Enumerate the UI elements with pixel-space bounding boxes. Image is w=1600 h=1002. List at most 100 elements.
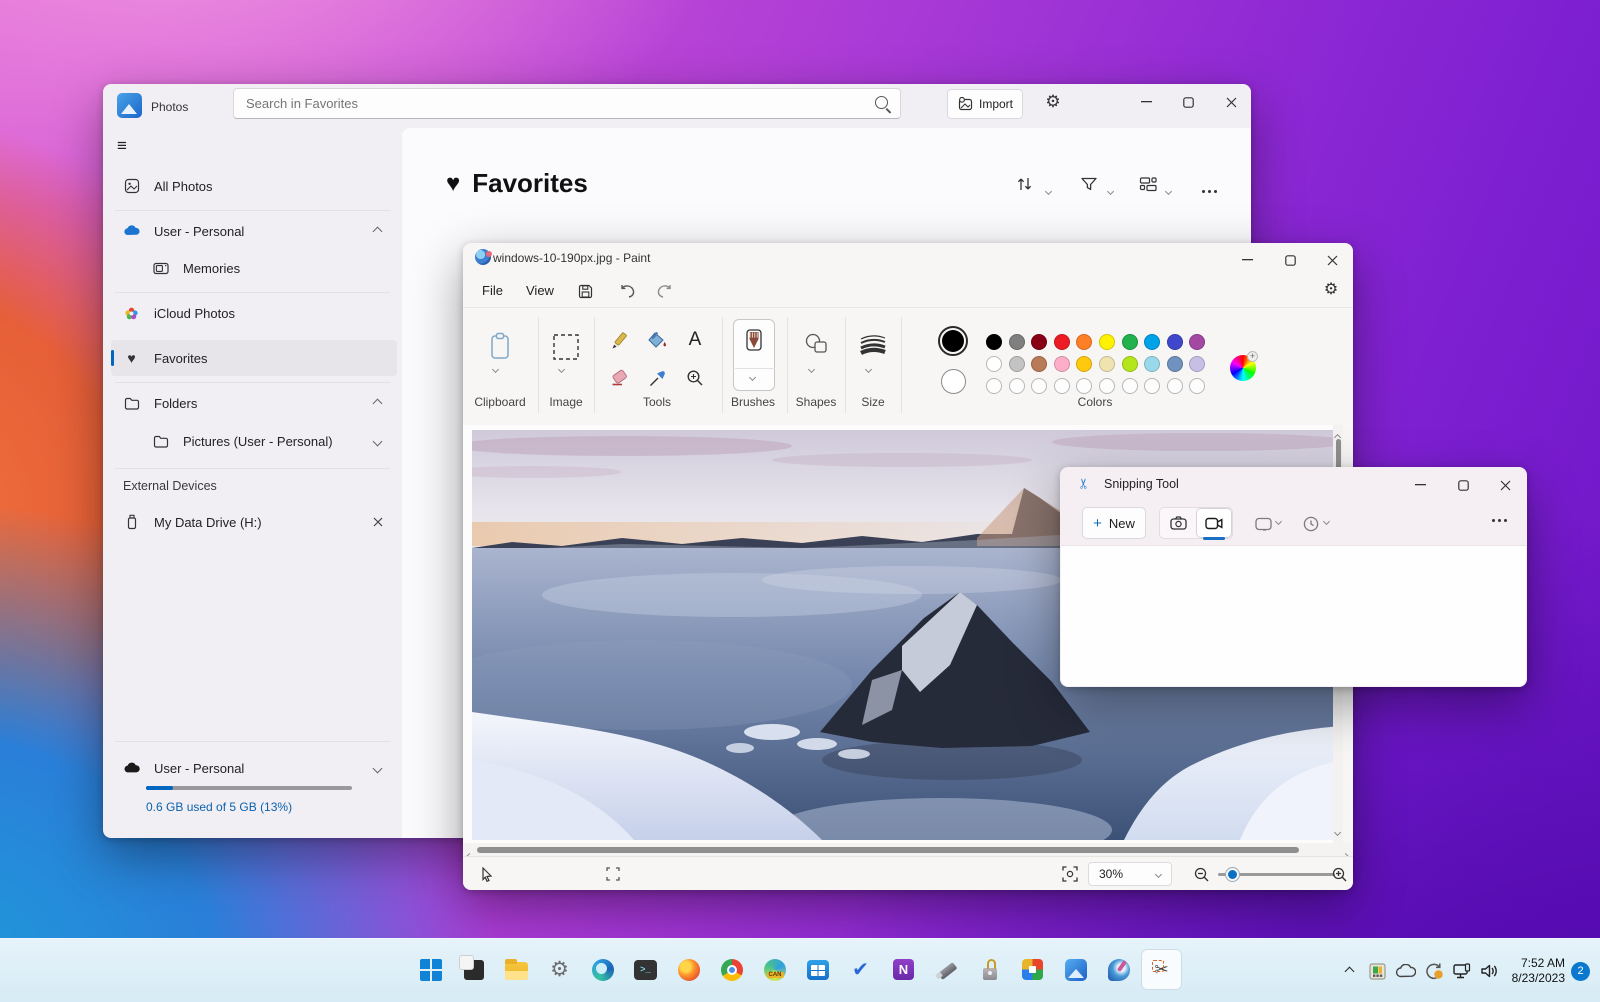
palette-swatch-empty[interactable] xyxy=(986,378,1002,394)
layout-chevron-icon[interactable] xyxy=(1166,181,1171,199)
select-chevron-icon[interactable] xyxy=(559,367,564,372)
horizontal-scroll-thumb[interactable] xyxy=(477,847,1299,853)
fill-tool[interactable] xyxy=(644,328,670,354)
paint-close-button[interactable] xyxy=(1312,246,1352,274)
palette-swatch-empty[interactable] xyxy=(1167,378,1183,394)
sort-button[interactable] xyxy=(1016,176,1034,197)
taskbar-firefox-icon[interactable] xyxy=(668,949,709,990)
taskbar-photos-icon[interactable] xyxy=(1055,949,1096,990)
palette-swatch[interactable] xyxy=(1031,334,1047,350)
scroll-down-arrow[interactable] xyxy=(1335,822,1340,840)
chevron-down-icon[interactable] xyxy=(373,436,383,446)
size-chevron-icon[interactable] xyxy=(866,367,871,372)
palette-swatch[interactable] xyxy=(1099,356,1115,372)
sidebar-item-memories[interactable]: Memories xyxy=(111,250,397,286)
more-options-button[interactable] xyxy=(1200,183,1219,201)
paint-minimize-button[interactable] xyxy=(1227,246,1267,274)
taskbar-canary-icon[interactable]: CAN xyxy=(754,949,795,990)
palette-swatch[interactable] xyxy=(1054,356,1070,372)
onedrive-tray-icon[interactable] xyxy=(1392,964,1420,978)
taskbar-todo-icon[interactable]: ✔ xyxy=(840,949,881,990)
photos-settings-button[interactable]: ⚙ xyxy=(1033,88,1073,116)
eject-drive-close-icon[interactable] xyxy=(373,517,383,527)
network-tray-icon[interactable] xyxy=(1448,963,1476,980)
taskbar-start-icon[interactable] xyxy=(410,949,451,990)
palette-swatch[interactable] xyxy=(1076,334,1092,350)
palette-swatch-empty[interactable] xyxy=(1122,378,1138,394)
taskbar-chrome-icon[interactable] xyxy=(711,949,752,990)
search-input[interactable] xyxy=(233,88,901,119)
filter-chevron-icon[interactable] xyxy=(1108,181,1113,199)
size-button[interactable] xyxy=(857,329,889,359)
tray-app-icon[interactable] xyxy=(1364,963,1392,980)
magnifier-tool[interactable] xyxy=(683,365,707,391)
palette-swatch[interactable] xyxy=(1189,334,1205,350)
sidebar-item-user-personal[interactable]: User - Personal xyxy=(111,213,397,249)
taskbar-onenote-icon[interactable]: N xyxy=(883,949,924,990)
taskbar-powertoys-icon[interactable] xyxy=(1012,949,1053,990)
sidebar-item-pictures[interactable]: Pictures (User - Personal) xyxy=(111,423,397,459)
taskbar-paint-icon[interactable] xyxy=(1098,949,1139,990)
sync-tray-icon[interactable] xyxy=(1420,962,1448,980)
photos-close-button[interactable] xyxy=(1211,88,1251,116)
sort-chevron-icon[interactable] xyxy=(1046,181,1051,199)
select-button[interactable] xyxy=(550,331,582,363)
zoom-level-dropdown[interactable]: 30% xyxy=(1088,862,1172,886)
filter-button[interactable] xyxy=(1080,176,1098,197)
palette-swatch[interactable] xyxy=(1189,356,1205,372)
fit-to-window-icon[interactable] xyxy=(1059,864,1081,884)
paint-maximize-button[interactable] xyxy=(1270,246,1310,274)
paint-settings-button[interactable]: ⚙ xyxy=(1311,275,1351,303)
edit-colors-wheel-button[interactable]: + xyxy=(1230,355,1256,381)
sidebar-item-all-photos[interactable]: All Photos xyxy=(111,168,397,204)
hamburger-menu-button[interactable]: ≡ xyxy=(117,136,127,156)
zoom-slider-thumb[interactable] xyxy=(1226,868,1239,881)
screenshot-mode-button[interactable] xyxy=(1160,508,1196,538)
brush-picker-button[interactable] xyxy=(733,319,775,391)
redo-button[interactable] xyxy=(650,279,678,303)
sidebar-item-favorites[interactable]: ♥ Favorites xyxy=(111,340,397,376)
palette-swatch[interactable] xyxy=(986,334,1002,350)
palette-swatch[interactable] xyxy=(1054,334,1070,350)
taskbar-clock[interactable]: 7:52 AM 8/23/2023 xyxy=(1512,956,1565,986)
snip-shape-chevron-icon[interactable] xyxy=(1276,519,1281,524)
taskbar-edge-icon[interactable] xyxy=(582,949,623,990)
zoom-in-button[interactable] xyxy=(1329,865,1349,883)
taskbar-snip-icon[interactable]: ✂ xyxy=(1141,949,1182,990)
eraser-tool[interactable] xyxy=(607,365,633,391)
palette-swatch[interactable] xyxy=(1167,334,1183,350)
menu-file[interactable]: File xyxy=(471,275,514,305)
sidebar-item-data-drive[interactable]: My Data Drive (H:) xyxy=(111,504,397,540)
chevron-up-icon[interactable] xyxy=(373,398,383,408)
layout-button[interactable] xyxy=(1139,176,1158,197)
photos-maximize-button[interactable] xyxy=(1168,88,1208,116)
palette-swatch[interactable] xyxy=(1009,356,1025,372)
taskbar-settings-icon[interactable]: ⚙ xyxy=(539,949,580,990)
screen-recording-mode-button[interactable] xyxy=(1196,508,1232,538)
text-tool[interactable]: A xyxy=(683,327,707,353)
palette-swatch[interactable] xyxy=(1144,356,1160,372)
palette-swatch[interactable] xyxy=(1076,356,1092,372)
undo-button[interactable] xyxy=(613,279,641,303)
taskbar-explorer-icon[interactable] xyxy=(496,949,537,990)
sidebar-item-icloud-photos[interactable]: iCloud Photos xyxy=(111,295,397,331)
new-snip-button[interactable]: + New xyxy=(1082,507,1146,539)
palette-swatch[interactable] xyxy=(1122,334,1138,350)
notification-badge[interactable]: 2 xyxy=(1571,962,1590,981)
palette-swatch-empty[interactable] xyxy=(1054,378,1070,394)
snip-minimize-button[interactable] xyxy=(1400,471,1440,499)
palette-swatch[interactable] xyxy=(1144,334,1160,350)
palette-swatch-empty[interactable] xyxy=(1076,378,1092,394)
chevron-up-icon[interactable] xyxy=(373,226,383,236)
taskbar-store-icon[interactable] xyxy=(797,949,838,990)
search-icon[interactable] xyxy=(875,96,888,109)
palette-swatch[interactable] xyxy=(1167,356,1183,372)
taskbar-lock-icon[interactable] xyxy=(969,949,1010,990)
volume-tray-icon[interactable] xyxy=(1476,963,1504,979)
palette-swatch[interactable] xyxy=(986,356,1002,372)
palette-swatch[interactable] xyxy=(1122,356,1138,372)
save-button[interactable] xyxy=(571,279,599,303)
background-color-well[interactable] xyxy=(941,369,966,394)
snip-shape-button[interactable] xyxy=(1252,515,1274,533)
palette-swatch-empty[interactable] xyxy=(1031,378,1047,394)
